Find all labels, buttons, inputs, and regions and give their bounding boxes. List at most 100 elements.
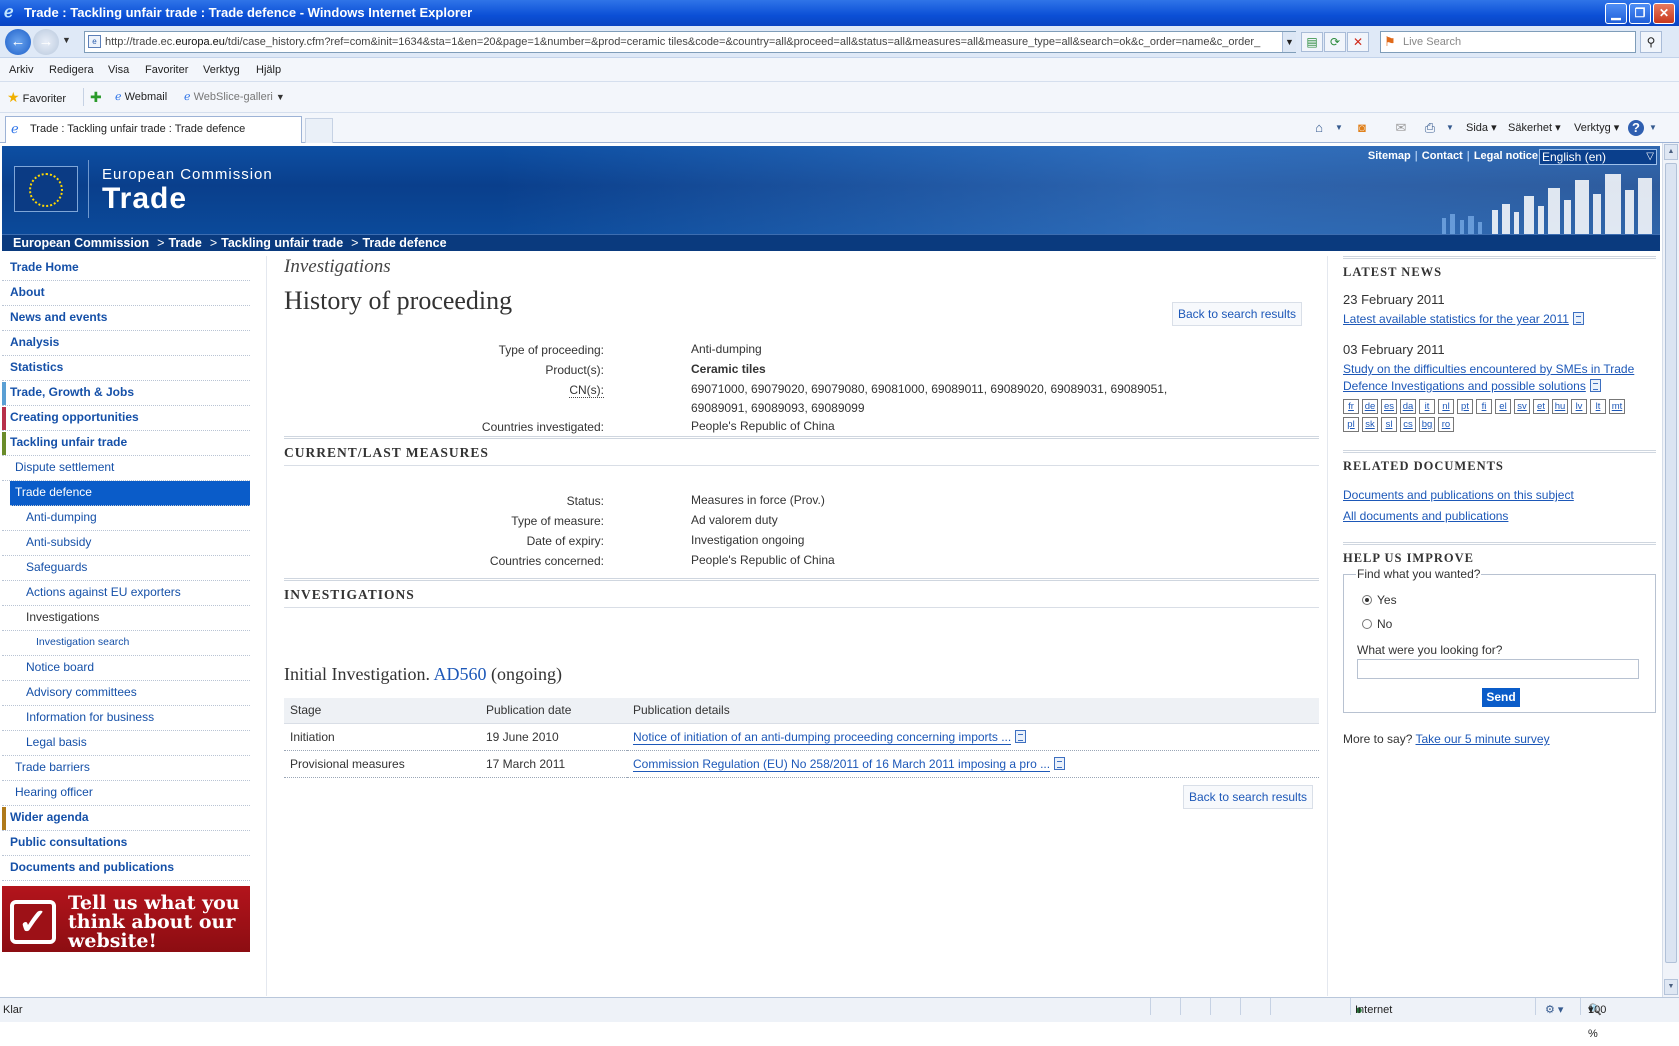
- language-link-lt[interactable]: lt: [1590, 399, 1606, 414]
- sidebar-item-documents-and-publications[interactable]: Documents and publications: [2, 856, 250, 881]
- sitemap-link[interactable]: Sitemap: [1368, 150, 1411, 162]
- breadcrumb-tackling-unfair-trade[interactable]: Tackling unfair trade: [221, 236, 343, 250]
- document-icon[interactable]: [1015, 729, 1027, 743]
- feedback-banner[interactable]: ✓ Tell us what you think about our websi…: [2, 886, 250, 952]
- language-link-bg[interactable]: bg: [1419, 417, 1435, 432]
- document-icon[interactable]: [1054, 756, 1066, 770]
- protected-mode-icon[interactable]: ⚙ ▾: [1545, 998, 1563, 1022]
- back-to-search-button-bottom[interactable]: Back to search results: [1183, 785, 1314, 809]
- sidebar-item-actions-against-eu-exporters[interactable]: Actions against EU exporters: [2, 581, 250, 606]
- tab-current[interactable]: ℯ Trade : Tackling unfair trade : Trade …: [5, 116, 302, 143]
- mail-icon[interactable]: ✉: [1393, 120, 1409, 136]
- language-link-nl[interactable]: nl: [1438, 399, 1454, 414]
- maximize-button[interactable]: ❐: [1629, 3, 1651, 24]
- sidebar-item-creating-opportunities[interactable]: Creating opportunities: [2, 406, 250, 431]
- scrollbar-thumb[interactable]: [1665, 163, 1677, 963]
- close-button[interactable]: ✕: [1653, 3, 1675, 24]
- language-link-fi[interactable]: fi: [1476, 399, 1492, 414]
- webmail-link[interactable]: ℯ Webmail: [115, 82, 167, 113]
- language-link-da[interactable]: da: [1400, 399, 1416, 414]
- sidebar-item-about[interactable]: About: [2, 281, 250, 306]
- help-icon[interactable]: ?: [1628, 120, 1644, 136]
- sidebar-item-analysis[interactable]: Analysis: [2, 331, 250, 356]
- breadcrumb-european-commission[interactable]: European Commission: [13, 236, 149, 250]
- related-link[interactable]: Documents and publications on this subje…: [1343, 488, 1574, 502]
- sidebar-item-tackling-unfair-trade[interactable]: Tackling unfair trade: [2, 431, 250, 456]
- search-icon[interactable]: ⚲: [1640, 31, 1662, 53]
- search-input[interactable]: ⚑ Live Search: [1380, 31, 1636, 53]
- webslice-gallery-link[interactable]: ℯ WebSlice-galleri ▼: [184, 82, 285, 113]
- minimize-button[interactable]: ▁: [1605, 3, 1627, 24]
- vertical-scrollbar[interactable]: ▲ ▼: [1662, 143, 1679, 997]
- tools-menu[interactable]: Verktyg ▾: [1574, 113, 1619, 143]
- related-link[interactable]: All documents and publications: [1343, 509, 1508, 523]
- menu-view[interactable]: Visa: [108, 58, 129, 82]
- language-link-ro[interactable]: ro: [1438, 417, 1454, 432]
- chevron-down-icon[interactable]: ▼: [1442, 120, 1458, 136]
- language-link-fr[interactable]: fr: [1343, 399, 1359, 414]
- language-link-es[interactable]: es: [1381, 399, 1397, 414]
- favorites-button[interactable]: ★ Favoriter: [7, 82, 66, 115]
- sidebar-item-wider-agenda[interactable]: Wider agenda: [2, 806, 250, 831]
- sidebar-item-advisory-committees[interactable]: Advisory committees: [2, 681, 250, 706]
- menu-help[interactable]: Hjälp: [256, 58, 281, 82]
- language-link-mt[interactable]: mt: [1609, 399, 1625, 414]
- sidebar-item-hearing-officer[interactable]: Hearing officer: [2, 781, 250, 806]
- sidebar-item-investigations[interactable]: Investigations: [2, 606, 250, 631]
- menu-tools[interactable]: Verktyg: [203, 58, 240, 82]
- rss-icon[interactable]: ◙: [1354, 120, 1370, 136]
- radio-no[interactable]: No: [1362, 617, 1392, 631]
- print-icon[interactable]: ⎙: [1422, 120, 1438, 136]
- sidebar-item-public-consultations[interactable]: Public consultations: [2, 831, 250, 856]
- sidebar-item-notice-board[interactable]: Notice board: [2, 656, 250, 681]
- chevron-down-icon[interactable]: ▼: [1331, 120, 1347, 136]
- page-menu[interactable]: Sida ▾: [1466, 113, 1497, 143]
- sidebar-item-investigation-search[interactable]: Investigation search: [2, 631, 250, 656]
- survey-link[interactable]: Take our 5 minute survey: [1416, 732, 1550, 746]
- address-dropdown-icon[interactable]: ▼: [1282, 32, 1296, 52]
- language-link-it[interactable]: it: [1419, 399, 1435, 414]
- language-link-sv[interactable]: sv: [1514, 399, 1530, 414]
- language-link-sk[interactable]: sk: [1362, 417, 1378, 432]
- menu-favorites[interactable]: Favoriter: [145, 58, 188, 82]
- refresh-icon[interactable]: ⟳: [1324, 32, 1346, 52]
- history-dropdown-icon[interactable]: ▼: [62, 35, 71, 45]
- language-link-cs[interactable]: cs: [1400, 417, 1416, 432]
- sidebar-item-information-for-business[interactable]: Information for business: [2, 706, 250, 731]
- legal-notice-link[interactable]: Legal notice: [1474, 150, 1538, 162]
- scroll-down-icon[interactable]: ▼: [1664, 979, 1678, 995]
- news-link[interactable]: Study on the difficulties encountered by…: [1343, 362, 1634, 376]
- language-link-pt[interactable]: pt: [1457, 399, 1473, 414]
- language-link-el[interactable]: el: [1495, 399, 1511, 414]
- language-link-hu[interactable]: hu: [1552, 399, 1568, 414]
- language-link-lv[interactable]: lv: [1571, 399, 1587, 414]
- sidebar-item-safeguards[interactable]: Safeguards: [2, 556, 250, 581]
- publication-link[interactable]: Commission Regulation (EU) No 258/2011 o…: [633, 756, 1051, 772]
- sidebar-item-trade-home[interactable]: Trade Home: [2, 256, 250, 281]
- sidebar-item-anti-subsidy[interactable]: Anti-subsidy: [2, 531, 250, 556]
- forward-button[interactable]: →: [33, 29, 59, 55]
- back-button[interactable]: ←: [5, 29, 31, 55]
- sidebar-item-statistics[interactable]: Statistics: [2, 356, 250, 381]
- investigation-code-link[interactable]: AD560: [433, 664, 486, 684]
- eu-flag-logo[interactable]: [14, 166, 78, 212]
- radio-yes[interactable]: Yes: [1362, 593, 1397, 607]
- contact-link[interactable]: Contact: [1422, 150, 1463, 162]
- send-button[interactable]: Send: [1482, 688, 1520, 707]
- breadcrumb-trade[interactable]: Trade: [168, 236, 201, 250]
- compatibility-icon[interactable]: ▤: [1301, 32, 1323, 52]
- menu-file[interactable]: Arkiv: [9, 58, 33, 82]
- scroll-up-icon[interactable]: ▲: [1664, 144, 1678, 160]
- safety-menu[interactable]: Säkerhet ▾: [1508, 113, 1561, 143]
- language-link-pl[interactable]: pl: [1343, 417, 1359, 432]
- menu-edit[interactable]: Redigera: [49, 58, 94, 82]
- language-link-et[interactable]: et: [1533, 399, 1549, 414]
- feedback-text-input[interactable]: [1357, 659, 1639, 679]
- address-bar[interactable]: e http://trade.ec.europa.eu/tdi/case_his…: [84, 31, 1296, 53]
- stop-icon[interactable]: ✕: [1347, 32, 1369, 52]
- sidebar-item-news-and-events[interactable]: News and events: [2, 306, 250, 331]
- new-tab-button[interactable]: [305, 118, 333, 143]
- back-to-search-button-top[interactable]: Back to search results: [1172, 302, 1303, 326]
- publication-link[interactable]: Notice of initiation of an anti-dumping …: [633, 729, 1012, 745]
- sidebar-item-anti-dumping[interactable]: Anti-dumping: [2, 506, 250, 531]
